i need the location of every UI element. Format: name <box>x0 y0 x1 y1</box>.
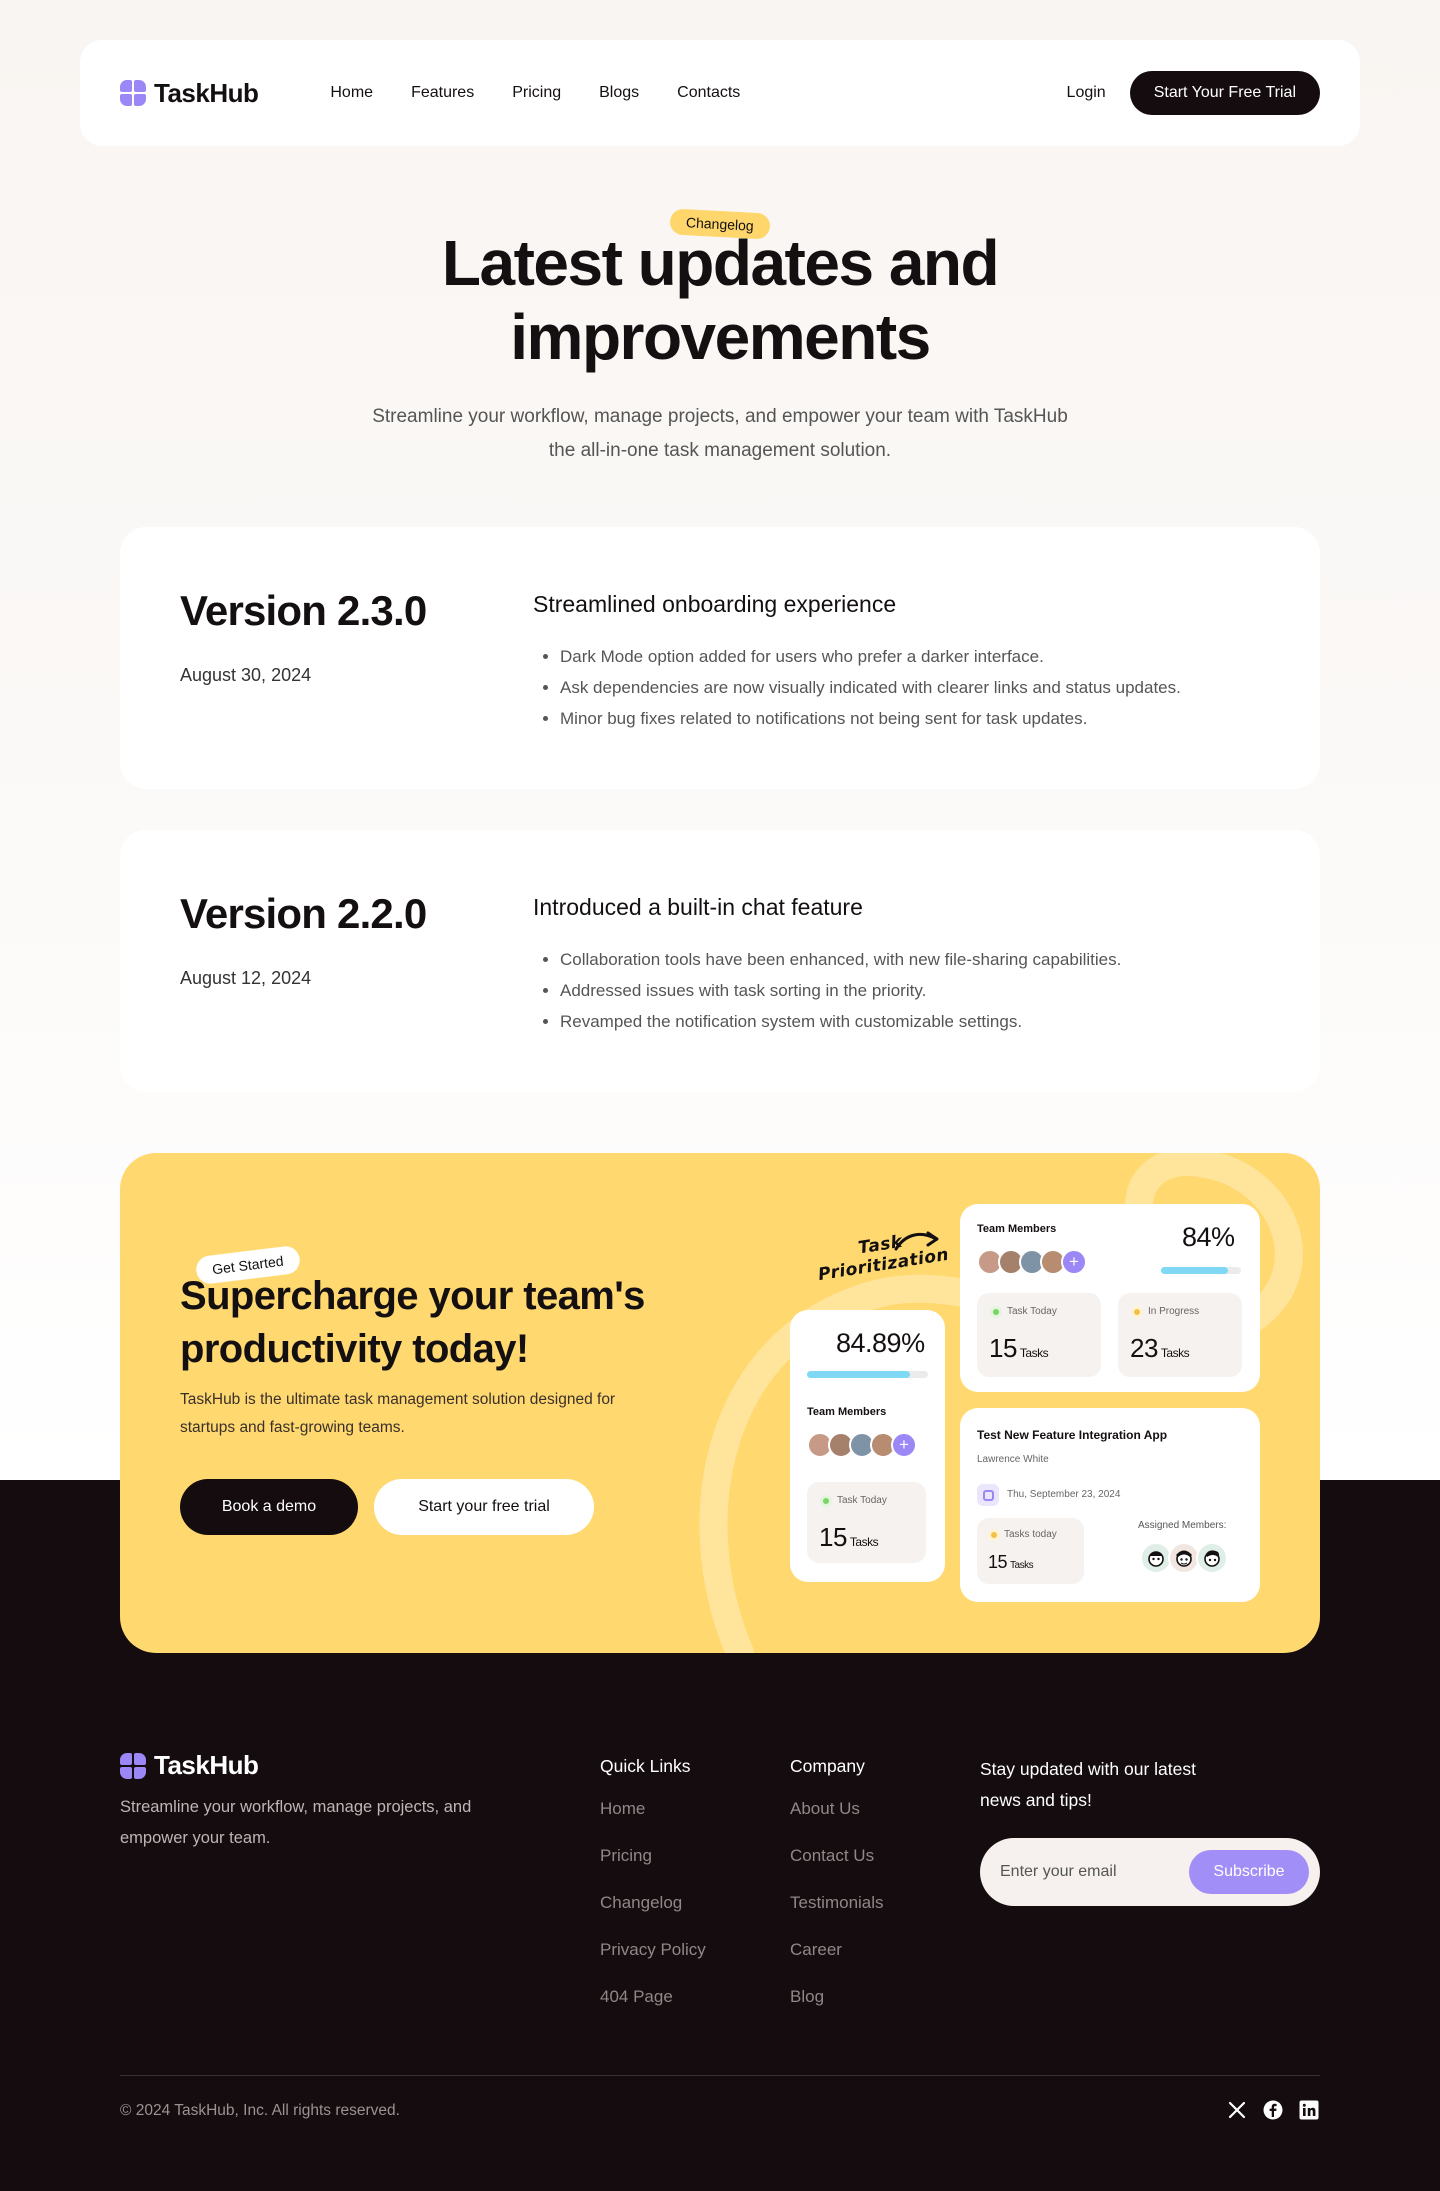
progress-bar <box>1161 1267 1241 1274</box>
social-links <box>1226 2099 1320 2121</box>
team-members-label: Team Members <box>807 1406 887 1418</box>
version-changes: Dark Mode option added for users who pre… <box>560 641 1181 734</box>
version-changes: Collaboration tools have been enhanced, … <box>560 944 1121 1037</box>
login-link[interactable]: Login <box>1067 84 1106 102</box>
version-title: Version 2.2.0 <box>180 890 427 937</box>
progress-fill <box>1161 1267 1229 1274</box>
cta-banner: Get Started Supercharge your team's prod… <box>120 1153 1320 1653</box>
footer-divider <box>120 2075 1320 2076</box>
version-card: Version 2.3.0 August 30, 2024 Streamline… <box>120 527 1320 789</box>
progress-percent: 84.89% <box>836 1328 925 1358</box>
facebook-icon[interactable] <box>1262 2099 1284 2121</box>
nav-link-contacts[interactable]: Contacts <box>677 84 740 102</box>
list-item: Revamped the notification system with cu… <box>560 1006 1121 1037</box>
add-member-icon[interactable]: + <box>1061 1249 1087 1275</box>
newsletter-text: Stay updated with our latest news and ti… <box>980 1759 1196 1810</box>
company-column: Company About Us Contact Us Testimonials… <box>790 1756 884 2034</box>
list-item: Ask dependencies are now visually indica… <box>560 672 1181 703</box>
navbar: TaskHub Home Features Pricing Blogs Cont… <box>80 40 1360 146</box>
calendar-icon <box>977 1484 999 1506</box>
version-heading: Streamlined onboarding experience <box>533 591 897 617</box>
nav-link-pricing[interactable]: Pricing <box>512 84 561 102</box>
avatar-group: + <box>977 1249 1087 1275</box>
quick-links-title: Quick Links <box>600 1756 691 1776</box>
hourglass-icon <box>1131 1306 1143 1318</box>
progress-bar <box>807 1371 928 1378</box>
version-card: Version 2.2.0 August 12, 2024 Introduced… <box>120 830 1320 1092</box>
nav-actions: Login Start Your Free Trial <box>1067 71 1320 115</box>
task-card: Test New Feature Integration App Lawrenc… <box>960 1408 1260 1602</box>
cta-title: Supercharge your team's productivity tod… <box>180 1274 645 1371</box>
hero-subtitle: Streamline your workflow, manage project… <box>372 406 1068 461</box>
version-heading: Introduced a built-in chat feature <box>533 894 863 920</box>
progress-fill <box>807 1371 910 1378</box>
nav-link-blogs[interactable]: Blogs <box>599 84 639 102</box>
list-item: Addressed issues with task sorting in th… <box>560 975 1121 1006</box>
assigned-avatars <box>1140 1542 1228 1574</box>
task-owner: Lawrence White <box>977 1454 1049 1465</box>
free-trial-button[interactable]: Start your free trial <box>374 1479 594 1535</box>
book-demo-button[interactable]: Book a demo <box>180 1479 358 1535</box>
footer-logo[interactable]: TaskHub <box>120 1750 259 1781</box>
logo[interactable]: TaskHub <box>120 77 259 109</box>
nav-links: Home Features Pricing Blogs Contacts <box>330 84 740 102</box>
footer-link-home[interactable]: Home <box>600 1799 706 1822</box>
footer-link-testimonials[interactable]: Testimonials <box>790 1893 884 1916</box>
add-member-icon[interactable]: + <box>891 1432 917 1458</box>
status-dot-icon <box>820 1495 832 1507</box>
avatar-group: + <box>807 1432 917 1458</box>
task-title: Test New Feature Integration App <box>977 1428 1168 1442</box>
status-dot-icon <box>990 1306 1002 1318</box>
copyright: © 2024 TaskHub, Inc. All rights reserved… <box>120 2102 400 2119</box>
nav-link-features[interactable]: Features <box>411 84 474 102</box>
email-input[interactable] <box>1000 1838 1180 1906</box>
task-today-tile: Task Today 15 Tasks <box>807 1482 926 1563</box>
cta-subtitle: TaskHub is the ultimate task management … <box>180 1391 616 1436</box>
company-title: Company <box>790 1756 865 1776</box>
logo-text: TaskHub <box>154 77 259 108</box>
footer-link-career[interactable]: Career <box>790 1940 884 1963</box>
nav-link-home[interactable]: Home <box>330 84 373 102</box>
footer-link-blog[interactable]: Blog <box>790 1987 884 2010</box>
list-item: Dark Mode option added for users who pre… <box>560 641 1181 672</box>
list-item: Collaboration tools have been enhanced, … <box>560 944 1121 975</box>
list-item: Minor bug fixes related to notifications… <box>560 703 1181 734</box>
footer-link-contact[interactable]: Contact Us <box>790 1846 884 1869</box>
quick-links-column: Quick Links Home Pricing Changelog Priva… <box>600 1756 706 2034</box>
logo-text: TaskHub <box>154 1750 259 1780</box>
task-date: Thu, September 23, 2024 <box>1007 1489 1121 1500</box>
tasks-today-tile: Tasks today 15 Tasks <box>977 1518 1084 1584</box>
version-date: August 30, 2024 <box>180 665 312 685</box>
subscribe-button[interactable]: Subscribe <box>1189 1850 1309 1894</box>
progress-percent: 84% <box>1182 1222 1235 1252</box>
in-progress-tile: In Progress 23 Tasks <box>1118 1293 1242 1377</box>
footer-link-about[interactable]: About Us <box>790 1799 884 1822</box>
linkedin-icon[interactable] <box>1298 2099 1320 2121</box>
assigned-members-label: Assigned Members: <box>1138 1520 1227 1531</box>
footer-link-pricing[interactable]: Pricing <box>600 1846 706 1869</box>
newsletter-form: Subscribe <box>980 1838 1320 1906</box>
avatar <box>1196 1542 1228 1574</box>
footer-description: Streamline your workflow, manage project… <box>120 1798 472 1847</box>
x-icon[interactable] <box>1226 2099 1248 2121</box>
star-icon <box>988 1529 1000 1541</box>
version-title: Version 2.3.0 <box>180 587 427 634</box>
version-date: August 12, 2024 <box>180 968 312 988</box>
stats-card-team: Team Members 84% + Task Today 15 Tasks In… <box>960 1204 1260 1392</box>
footer-link-changelog[interactable]: Changelog <box>600 1893 706 1916</box>
logo-icon <box>120 80 146 106</box>
footer-link-privacy[interactable]: Privacy Policy <box>600 1940 706 1963</box>
team-members-label: Team Members <box>977 1223 1057 1235</box>
logo-icon <box>120 1752 146 1779</box>
task-today-tile: Task Today 15 Tasks <box>977 1293 1101 1377</box>
start-trial-button[interactable]: Start Your Free Trial <box>1129 71 1320 115</box>
stats-card-small: 84.89% Team Members + Task Today 15 Tasks <box>790 1310 945 1582</box>
arrow-icon <box>894 1231 939 1251</box>
footer-link-404[interactable]: 404 Page <box>600 1987 706 2010</box>
page-title: Latest updates and improvements <box>441 227 1000 373</box>
